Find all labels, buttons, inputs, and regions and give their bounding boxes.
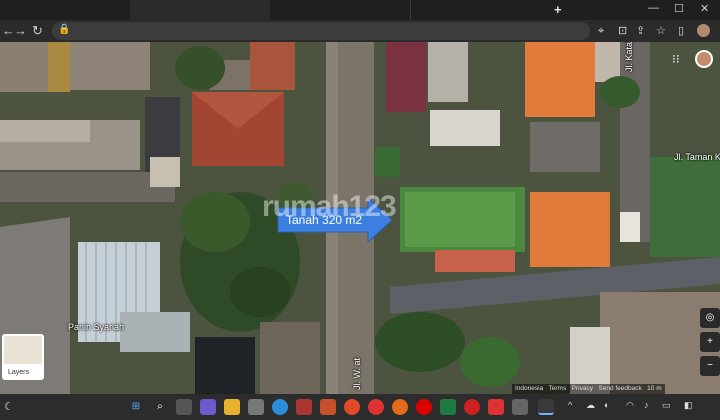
- layers-button[interactable]: Layers: [2, 334, 44, 380]
- place-label-panin[interactable]: Panin Syariah: [68, 322, 124, 332]
- tab-strip: + — ☐ ✕: [0, 0, 720, 20]
- firefox-icon[interactable]: [344, 399, 360, 415]
- new-tab-button[interactable]: +: [554, 2, 562, 17]
- notepad-icon[interactable]: [512, 399, 528, 415]
- bookmark-star-icon[interactable]: ☆: [656, 23, 666, 39]
- map-profile-avatar[interactable]: [695, 50, 713, 68]
- satellite-map[interactable]: rumah123 Tanah 320 m2 Jl. Katalia II Jl.…: [0, 42, 720, 394]
- edge-icon[interactable]: [272, 399, 288, 415]
- sidepanel-icon[interactable]: ▯: [678, 23, 684, 39]
- lock-icon[interactable]: 🔒: [58, 24, 70, 35]
- tray-overflow-icon[interactable]: ^: [568, 400, 572, 410]
- profile-avatar[interactable]: [697, 24, 710, 37]
- zoom-in-button[interactable]: +: [700, 332, 720, 352]
- battery-icon[interactable]: ▭: [662, 400, 671, 411]
- excel-icon[interactable]: [440, 399, 456, 415]
- share-icon[interactable]: ⇪: [636, 23, 645, 39]
- onedrive-icon[interactable]: ◐: [604, 400, 609, 410]
- apps-grid-icon[interactable]: ⁝⁝: [672, 52, 690, 68]
- windows-icon[interactable]: ⊞: [128, 399, 144, 415]
- search-icon[interactable]: ⌕: [152, 399, 168, 415]
- explorer-icon[interactable]: [224, 399, 240, 415]
- attr-feedback[interactable]: Send feedback: [598, 385, 641, 392]
- settings-icon[interactable]: [248, 399, 264, 415]
- weather-icon[interactable]: ☾: [4, 400, 14, 413]
- install-icon[interactable]: ⊡: [618, 23, 627, 39]
- firefox-alt-icon[interactable]: [392, 399, 408, 415]
- address-bar[interactable]: 🔒: [52, 22, 590, 40]
- screenrec-icon[interactable]: [464, 399, 480, 415]
- street-label-taman: Jl. Taman K: [674, 152, 720, 162]
- attr-region: Indonesia: [515, 385, 544, 392]
- layers-thumbnail: [4, 336, 42, 364]
- minimize-button[interactable]: —: [648, 2, 659, 14]
- location-icon[interactable]: ⌖: [598, 23, 604, 39]
- zoom-out-button[interactable]: −: [700, 356, 720, 376]
- map-attribution: Indonesia Terms Privacy Send feedback 10…: [512, 384, 665, 394]
- notification-icon[interactable]: ◧: [684, 400, 693, 411]
- browser-toolbar: ← → ↻ 🔒 ⌖ ⊡ ⇪ ☆ ▯: [0, 20, 720, 42]
- street-label-katalia: Jl. Katalia II: [624, 42, 634, 72]
- tab-active[interactable]: [130, 0, 270, 20]
- layers-label: Layers: [8, 369, 30, 376]
- my-location-icon[interactable]: ◎: [700, 308, 720, 328]
- windows-taskbar: ☾ ⊞ ⌕ ^ ☁ ◐ ◠ ♪ ▭ ◧: [0, 394, 720, 420]
- volume-icon[interactable]: ♪: [644, 400, 649, 410]
- powerpoint-icon[interactable]: [320, 399, 336, 415]
- close-button[interactable]: ✕: [700, 2, 709, 15]
- chrome-icon[interactable]: [368, 399, 384, 415]
- tanah-label: Tanah 320 m2: [286, 213, 363, 227]
- acrobat-icon[interactable]: [488, 399, 504, 415]
- opera-icon[interactable]: [416, 399, 432, 415]
- reload-icon[interactable]: ↻: [32, 23, 43, 39]
- scale-label[interactable]: 10 m: [647, 385, 661, 392]
- attr-terms[interactable]: Terms: [549, 385, 567, 392]
- attr-privacy[interactable]: Privacy: [572, 385, 593, 392]
- maximize-button[interactable]: ☐: [674, 2, 684, 15]
- cloud-icon[interactable]: ☁: [586, 400, 595, 411]
- arrow-right-icon[interactable]: →: [14, 23, 27, 39]
- chat-icon[interactable]: [200, 399, 216, 415]
- access-icon[interactable]: [296, 399, 312, 415]
- wifi-icon[interactable]: ◠: [626, 400, 634, 411]
- street-label-w: Jl. W. at: [352, 357, 362, 390]
- tab-inactive[interactable]: [410, 0, 540, 20]
- chrome-active-icon[interactable]: [538, 399, 554, 415]
- taskview-icon[interactable]: [176, 399, 192, 415]
